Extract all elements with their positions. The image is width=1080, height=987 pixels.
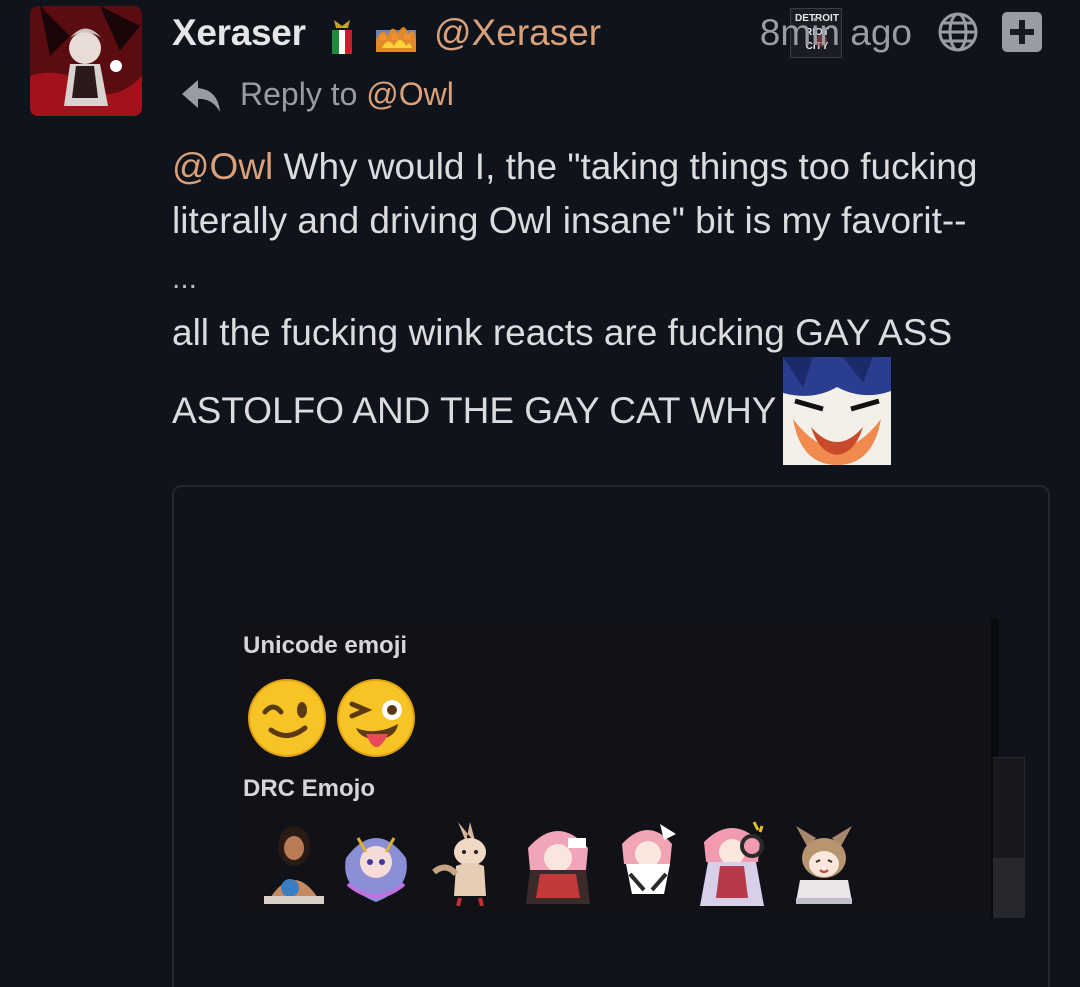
plus-button[interactable] bbox=[1002, 12, 1042, 52]
post-body-line-4: ASTOLFO AND THE GAY CAT WHY bbox=[172, 390, 777, 431]
reply-arrow-icon bbox=[180, 78, 222, 114]
post-body-ellipsis: ... bbox=[172, 262, 198, 295]
reply-handle-link[interactable]: @Owl bbox=[366, 76, 454, 112]
picker-scrollbar-thumb bbox=[993, 858, 1024, 918]
drc-emoji-2 bbox=[338, 818, 414, 906]
post-timestamp[interactable]: 8min ago bbox=[750, 12, 912, 54]
drc-emoji-4 bbox=[520, 818, 596, 906]
comment-post: Xeraser @Xeraser DETROIT RIOT CITY 8min … bbox=[0, 0, 1080, 987]
fire-building-icon bbox=[372, 18, 420, 54]
username[interactable]: Xeraser bbox=[172, 12, 306, 54]
shouting-anime-sticker bbox=[783, 357, 891, 465]
post-body-line-2: literally and driving Owl insane" bit is… bbox=[172, 200, 967, 241]
picker-side-panel bbox=[993, 757, 1025, 918]
user-handle[interactable]: @Xeraser bbox=[434, 12, 601, 54]
winking-face-emoji bbox=[247, 678, 327, 758]
winking-face-with-tongue-emoji bbox=[336, 678, 416, 758]
drc-emoji-section-title: DRC Emojo bbox=[243, 775, 375, 802]
user-avatar[interactable] bbox=[30, 6, 142, 116]
globe-icon[interactable] bbox=[936, 10, 980, 54]
drc-emoji-1 bbox=[256, 818, 332, 906]
post-body-line-3: all the fucking wink reacts are fucking … bbox=[172, 312, 953, 353]
drc-emoji-6 bbox=[694, 818, 770, 906]
drc-emoji-7 bbox=[786, 818, 862, 906]
unicode-emoji-section-title: Unicode emoji bbox=[243, 632, 408, 659]
reply-to-text: Reply to @Owl bbox=[240, 76, 454, 113]
italy-flag-icon bbox=[328, 16, 356, 56]
drc-emoji-5 bbox=[610, 818, 686, 906]
body-text: Why would I, the "taking things too fuck… bbox=[273, 146, 978, 187]
post-body-line-1: @Owl Why would I, the "taking things too… bbox=[172, 146, 1052, 188]
reply-prefix: Reply to bbox=[240, 76, 358, 112]
drc-emoji-3 bbox=[430, 818, 506, 906]
post-header: Xeraser @Xeraser DETROIT RIOT CITY 8min … bbox=[172, 4, 1052, 58]
mention-link[interactable]: @Owl bbox=[172, 146, 273, 187]
